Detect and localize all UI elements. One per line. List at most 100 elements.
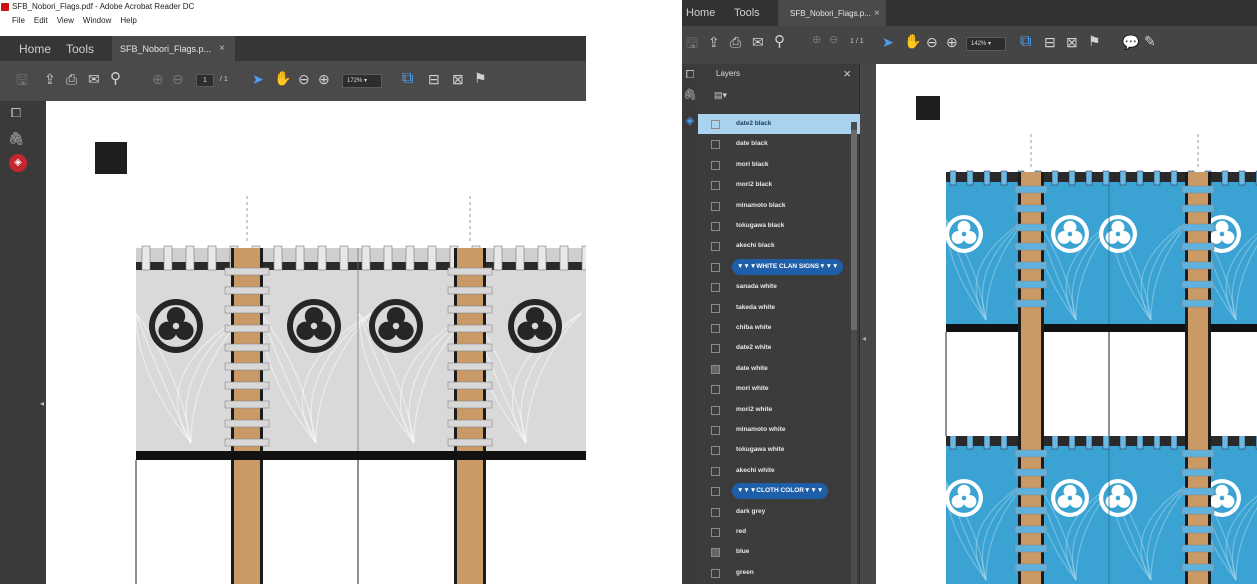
layer-row[interactable]: green	[698, 563, 860, 583]
layer-visibility-checkbox[interactable]	[711, 466, 720, 476]
layer-row[interactable]: dark grey	[698, 502, 860, 522]
scroll-mode-icon[interactable]: ⊟	[428, 72, 440, 86]
document-view[interactable]	[46, 101, 586, 584]
layer-visibility-checkbox[interactable]	[711, 283, 720, 293]
save-icon[interactable]: 🖫	[16, 73, 28, 87]
zoom-out-icon[interactable]: ⊖	[926, 35, 938, 49]
zoom-select-right[interactable]: 142% ▾	[966, 37, 1006, 51]
search-icon[interactable]: ⚲	[774, 34, 785, 49]
tab-document[interactable]: SFB_Nobori_Flags.p... ×	[112, 36, 235, 61]
layer-visibility-checkbox[interactable]	[711, 405, 720, 415]
document-view-right[interactable]	[876, 64, 1257, 584]
layer-visibility-checkbox[interactable]	[711, 487, 720, 497]
tab-tools-right[interactable]: Tools	[734, 0, 760, 26]
layers-icon[interactable]: ◈	[683, 114, 697, 128]
menu-view[interactable]: View	[57, 14, 74, 28]
menu-file[interactable]: File	[12, 14, 25, 28]
redact-icon[interactable]: ⚑	[1088, 34, 1101, 48]
search-icon[interactable]: ⚲	[110, 71, 121, 86]
layer-visibility-checkbox[interactable]	[711, 242, 720, 252]
expand-panel-icon[interactable]: ◂	[38, 399, 46, 409]
layer-row[interactable]: date white	[698, 359, 860, 379]
layer-row[interactable]: takeda white	[698, 298, 860, 318]
fullscreen-icon[interactable]: ⊠	[452, 72, 464, 86]
layer-visibility-checkbox[interactable]	[711, 446, 720, 456]
attachment-icon[interactable]: 🖇	[683, 88, 697, 102]
page-down-icon[interactable]: ⊖	[829, 35, 838, 46]
save-icon[interactable]: 🖫	[686, 36, 698, 50]
tab-document-right[interactable]: SFB_Nobori_Flags.p... ×	[778, 0, 886, 26]
layer-visibility-checkbox[interactable]	[711, 262, 720, 272]
layer-visibility-checkbox[interactable]	[711, 120, 720, 129]
layer-row[interactable]: minamoto black	[698, 196, 860, 216]
layer-row[interactable]: date black	[698, 134, 860, 154]
layer-row[interactable]: tokugawa white	[698, 440, 860, 460]
mail-icon[interactable]: ✉	[752, 35, 764, 49]
panel-splitter[interactable]: ◂	[860, 64, 876, 584]
layer-visibility-checkbox[interactable]	[711, 160, 720, 170]
close-icon[interactable]: ×	[843, 66, 851, 81]
page-up-icon[interactable]: ⊕	[812, 35, 821, 46]
zoom-in-icon[interactable]: ⊕	[946, 35, 958, 49]
fit-page-icon[interactable]: ⧉	[402, 71, 413, 87]
fullscreen-icon[interactable]: ⊠	[1066, 35, 1078, 49]
tab-close-icon-right[interactable]: ×	[874, 8, 880, 19]
layer-row[interactable]: ▼▼▼CLOTH COLOR▼▼▼	[698, 481, 860, 501]
page-number-input[interactable]: 1	[196, 74, 214, 87]
collapse-panel-icon[interactable]: ◂	[862, 334, 866, 343]
layer-row[interactable]: tokugawa black	[698, 216, 860, 236]
page-number-right[interactable]: 1	[850, 38, 854, 45]
layer-row[interactable]: ▼▼▼WHITE CLAN SIGNS▼▼▼	[698, 257, 860, 277]
layer-visibility-checkbox[interactable]	[711, 364, 720, 374]
layer-visibility-checkbox[interactable]	[711, 181, 720, 191]
zoom-in-icon[interactable]: ⊕	[318, 72, 330, 86]
layers-options-icon[interactable]: ▤▾	[714, 90, 727, 101]
print-icon[interactable]: ⎙	[730, 35, 741, 49]
layer-row[interactable]: mori white	[698, 379, 860, 399]
layer-visibility-checkbox[interactable]	[711, 201, 720, 211]
layer-row[interactable]: date2 black	[698, 114, 860, 135]
hand-icon[interactable]: ✋	[274, 71, 291, 85]
pen-icon[interactable]: ✎	[1144, 34, 1156, 48]
layer-visibility-checkbox[interactable]	[711, 385, 720, 395]
pointer-icon[interactable]: ➤	[252, 72, 264, 86]
layer-visibility-checkbox[interactable]	[711, 324, 720, 333]
layer-row[interactable]: red	[698, 522, 860, 542]
menu-help[interactable]: Help	[120, 14, 136, 28]
mail-icon[interactable]: ✉	[88, 72, 100, 86]
menu-window[interactable]: Window	[83, 14, 111, 28]
comment-icon[interactable]: ⚑	[474, 71, 487, 85]
hand-icon[interactable]: ✋	[904, 34, 921, 48]
layer-visibility-checkbox[interactable]	[711, 140, 720, 150]
pages-icon[interactable]: ⧠	[6, 103, 26, 123]
layer-row[interactable]: date2 white	[698, 338, 860, 358]
print-icon[interactable]: ⎙	[66, 72, 77, 86]
menu-edit[interactable]: Edit	[34, 14, 48, 28]
tab-close-icon[interactable]: ×	[219, 43, 225, 54]
scroll-mode-icon[interactable]: ⊟	[1044, 35, 1056, 49]
pointer-icon[interactable]: ➤	[882, 35, 894, 49]
layer-visibility-checkbox[interactable]	[711, 528, 720, 537]
layer-visibility-checkbox[interactable]	[711, 548, 720, 558]
layer-row[interactable]: akechi white	[698, 461, 860, 481]
attachment-icon[interactable]: 🖇	[6, 129, 26, 149]
comment-icon[interactable]: 💬	[1122, 35, 1139, 49]
layers-icon[interactable]: ◈	[9, 154, 27, 172]
layer-row[interactable]: mori black	[698, 155, 860, 175]
layer-row[interactable]: blue	[698, 542, 860, 562]
fit-page-icon[interactable]: ⧉	[1020, 34, 1031, 50]
layer-row[interactable]: sanada white	[698, 277, 860, 297]
zoom-select[interactable]: 172% ▾	[342, 74, 382, 88]
scroll-thumb[interactable]	[851, 130, 857, 330]
layer-row[interactable]: chiba white	[698, 318, 860, 338]
layer-row[interactable]: mori2 white	[698, 400, 860, 420]
layer-row[interactable]: minamoto white	[698, 420, 860, 440]
page-up-icon[interactable]: ⊕	[152, 72, 164, 86]
layer-scrollbar[interactable]	[851, 122, 857, 584]
zoom-out-icon[interactable]: ⊖	[298, 72, 310, 86]
layer-visibility-checkbox[interactable]	[711, 507, 720, 517]
layer-visibility-checkbox[interactable]	[711, 568, 720, 578]
tab-home[interactable]: Home	[19, 36, 51, 61]
layer-visibility-checkbox[interactable]	[711, 303, 720, 313]
page-down-icon[interactable]: ⊖	[172, 72, 184, 86]
